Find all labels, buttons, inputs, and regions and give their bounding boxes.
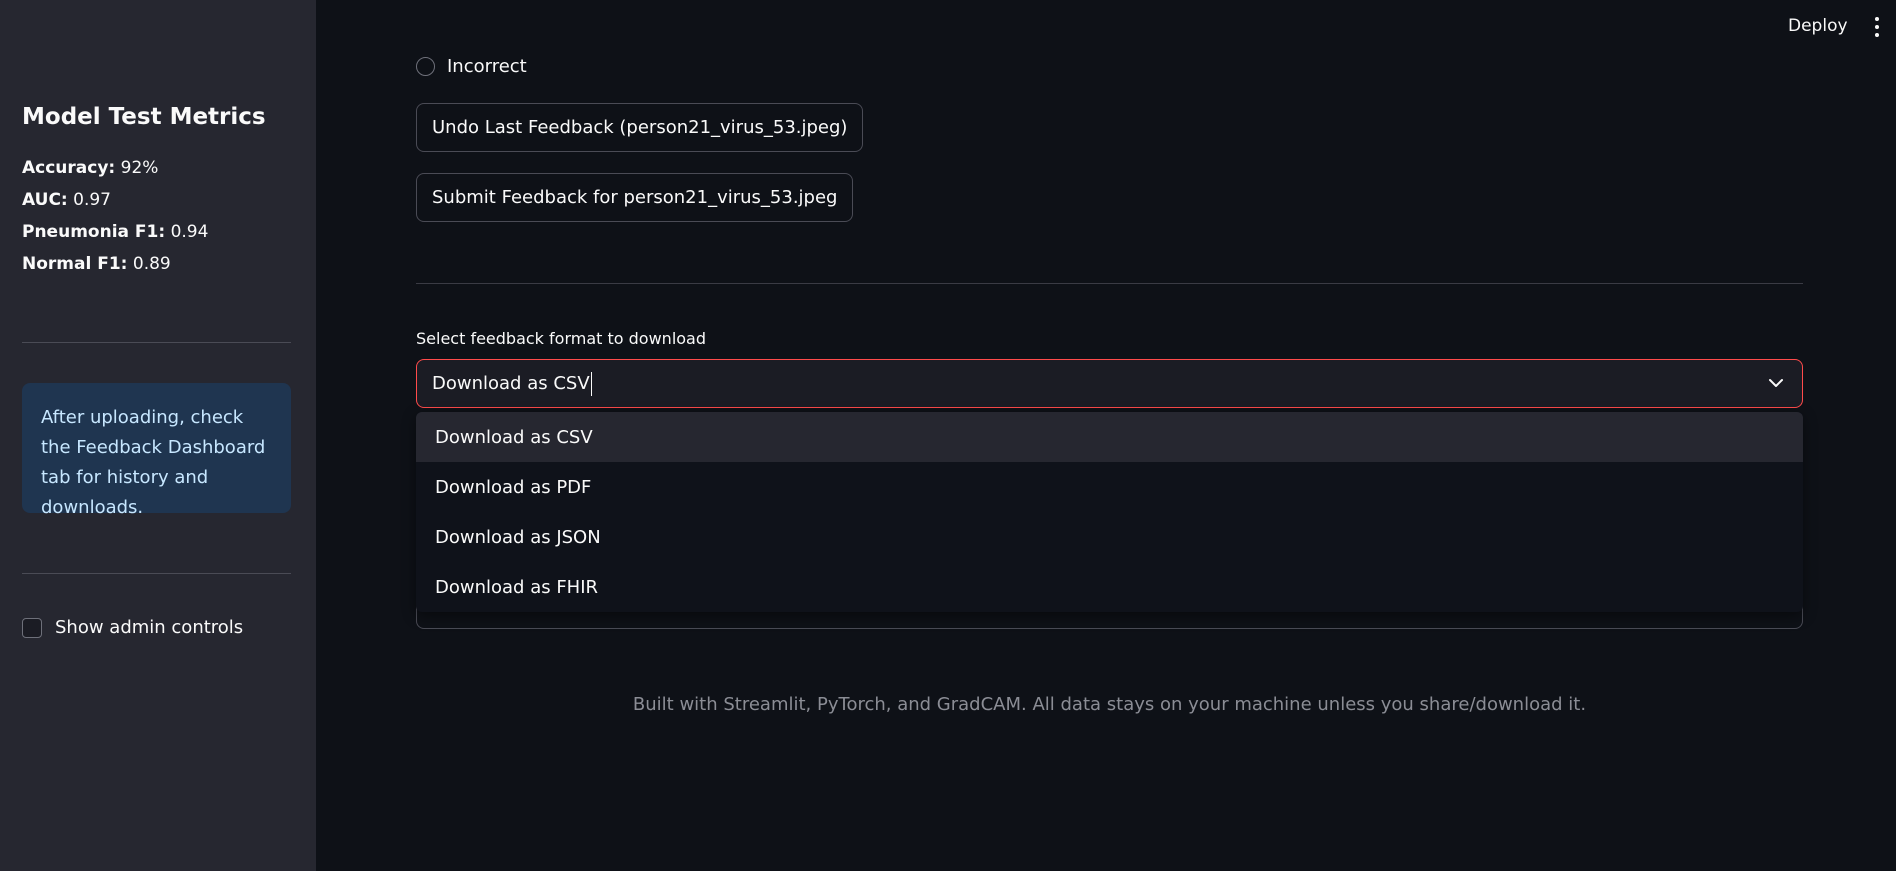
undo-feedback-button[interactable]: Undo Last Feedback (person21_virus_53.jp…	[416, 103, 864, 152]
metric-normal-f1: Normal F1: 0.89	[22, 254, 171, 274]
dropdown-menu: Download as CSV Download as PDF Download…	[416, 412, 1803, 612]
metric-accuracy: Accuracy: 92%	[22, 158, 158, 178]
radio-option-incorrect[interactable]: Incorrect	[416, 56, 527, 77]
option-pdf[interactable]: Download as PDF	[416, 462, 1803, 512]
sidebar: Model Test Metrics Accuracy: 92% AUC: 0.…	[0, 0, 316, 871]
sidebar-title: Model Test Metrics	[22, 104, 266, 130]
radio-button[interactable]	[416, 57, 435, 76]
metric-auc: AUC: 0.97	[22, 190, 111, 210]
metric-pneumonia-f1: Pneumonia F1: 0.94	[22, 222, 208, 242]
option-json[interactable]: Download as JSON	[416, 512, 1803, 562]
info-box: After uploading, check the Feedback Dash…	[22, 383, 291, 518]
info-text: After uploading, check the Feedback Dash…	[41, 407, 266, 518]
footer-text: Built with Streamlit, PyTorch, and GradC…	[632, 694, 1587, 715]
metric-value: 0.97	[73, 190, 111, 210]
metric-label: Pneumonia F1:	[22, 222, 166, 242]
metric-value: 0.94	[170, 222, 209, 242]
metric-label: Normal F1:	[22, 254, 128, 274]
admin-checkbox[interactable]	[22, 617, 42, 638]
select-value: Download as CSV	[432, 371, 592, 396]
deploy-button[interactable]: Deploy	[1782, 14, 1854, 38]
submit-feedback-button[interactable]: Submit Feedback for person21_virus_53.jp…	[416, 173, 854, 222]
app-root: Model Test Metrics Accuracy: 92% AUC: 0.…	[0, 0, 1896, 871]
metric-value: 92%	[120, 158, 159, 178]
metric-value: 0.89	[132, 254, 171, 274]
kebab-menu-icon[interactable]	[1870, 14, 1884, 40]
sidebar-divider	[22, 342, 291, 343]
option-fhir[interactable]: Download as FHIR	[416, 562, 1803, 612]
option-csv[interactable]: Download as CSV	[416, 412, 1803, 462]
chevron-down-icon[interactable]	[1768, 377, 1784, 389]
download-format-select[interactable]: Download as CSV	[416, 359, 1803, 408]
radio-label: Incorrect	[447, 56, 527, 77]
sidebar-divider	[22, 573, 291, 574]
admin-controls-toggle[interactable]: Show admin controls	[22, 617, 243, 638]
main-divider	[416, 283, 1803, 284]
admin-checkbox-label: Show admin controls	[55, 617, 244, 638]
metric-label: AUC:	[22, 190, 68, 210]
select-label: Select feedback format to download	[416, 329, 707, 348]
metric-label: Accuracy:	[22, 158, 116, 178]
